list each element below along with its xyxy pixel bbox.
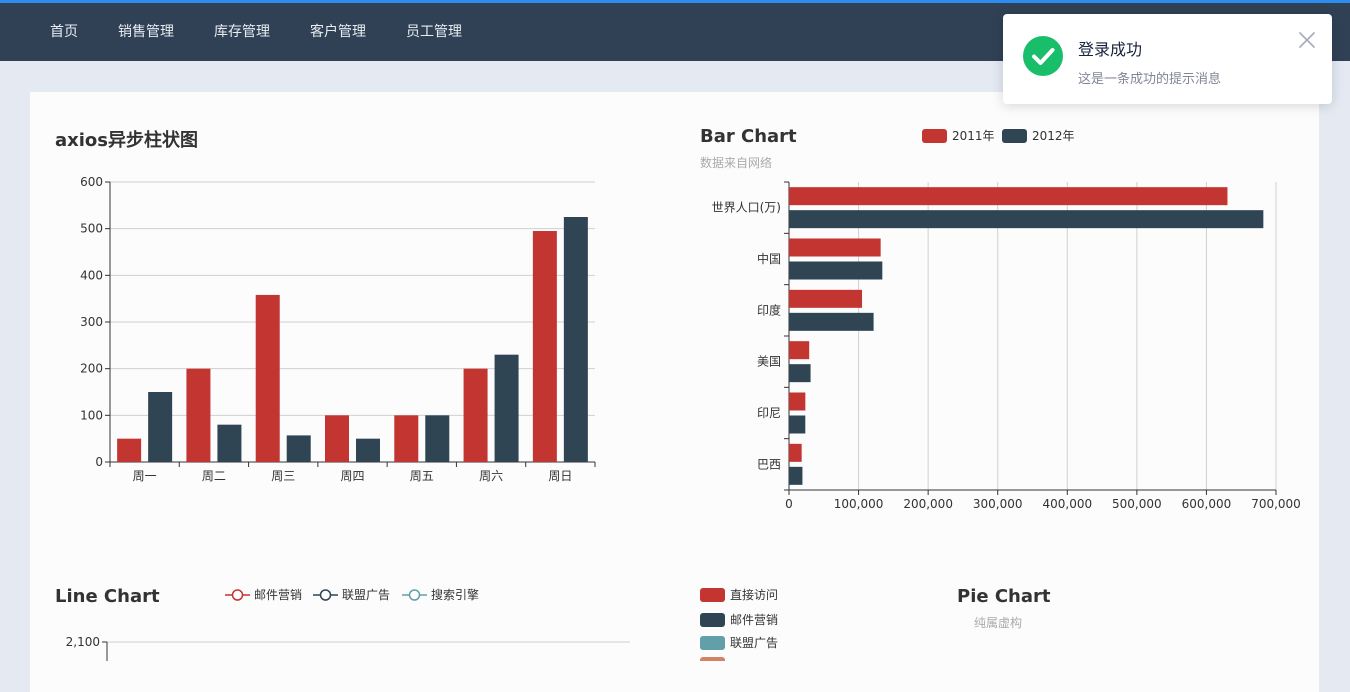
pie-chart-title: Pie Chart	[957, 586, 1051, 607]
legend-marker-red	[225, 589, 250, 601]
bar	[789, 238, 881, 257]
legend-label: 搜索引擎	[431, 588, 480, 602]
success-toast: 登录成功 这是一条成功的提示消息	[1003, 14, 1332, 104]
legend-swatch-teal	[700, 636, 725, 650]
bar	[789, 210, 1264, 229]
legend-label: 联盟广告	[730, 636, 779, 650]
x-tick-label: 周日	[548, 469, 572, 483]
bar	[789, 443, 802, 462]
pie-legend-alliance[interactable]: 联盟广告	[700, 634, 778, 651]
bar	[789, 341, 810, 360]
legend-item-search[interactable]: 搜索引擎	[402, 586, 479, 603]
x-tick-label: 500,000	[1112, 497, 1162, 511]
bar	[532, 231, 557, 462]
bar	[789, 364, 811, 383]
legend-item-2012[interactable]: 2012年	[1002, 127, 1075, 144]
pie-legend-direct[interactable]: 直接访问	[700, 586, 778, 603]
legend-label: 联盟广告	[342, 588, 391, 602]
y-tick-label: 中国	[757, 251, 781, 266]
y-tick-label: 600	[80, 175, 103, 189]
legend-swatch-navy	[1002, 129, 1027, 143]
toast-title: 登录成功	[1078, 40, 1143, 59]
y-tick-label: 2,100	[66, 635, 100, 649]
legend-item-2011[interactable]: 2011年	[922, 127, 995, 144]
x-tick-label: 周五	[410, 469, 434, 483]
bar	[217, 424, 242, 462]
bar-chart-subtitle: 数据来自网络	[700, 156, 773, 170]
y-tick-label: 200	[80, 362, 103, 376]
legend-item-alliance[interactable]: 联盟广告	[313, 586, 390, 603]
legend-label: 2012年	[1032, 129, 1075, 143]
bar	[117, 438, 142, 462]
bar	[789, 466, 803, 485]
pie-legend-swatch-partial	[700, 657, 725, 661]
bar	[789, 289, 863, 308]
bar	[494, 354, 519, 462]
x-tick-label: 600,000	[1182, 497, 1232, 511]
y-tick-label: 0	[95, 455, 103, 469]
y-tick-label: 300	[80, 315, 103, 329]
legend-marker-navy	[313, 589, 338, 601]
bar	[425, 415, 450, 462]
x-tick-label: 400,000	[1042, 497, 1092, 511]
pie-chart-subtitle: 纯属虚构	[974, 616, 1023, 630]
bar	[563, 217, 588, 462]
legend-swatch-red	[700, 588, 725, 602]
checkmark-circle-icon	[1023, 36, 1063, 76]
y-tick-label: 100	[80, 408, 103, 422]
x-tick-label: 周六	[479, 469, 503, 483]
bar	[789, 312, 874, 331]
bar	[789, 415, 806, 434]
y-tick-label: 400	[80, 268, 103, 282]
bar	[255, 294, 280, 462]
bar	[789, 392, 806, 411]
x-tick-label: 700,000	[1251, 497, 1301, 511]
x-tick-label: 周三	[271, 469, 295, 483]
bar	[394, 415, 419, 462]
bar-chart-title: Bar Chart	[700, 126, 797, 147]
legend-label: 邮件营销	[254, 588, 303, 602]
legend-label: 直接访问	[730, 588, 779, 602]
y-tick-label: 印尼	[757, 406, 781, 420]
bar	[186, 368, 211, 462]
bar	[148, 392, 173, 462]
legend-label: 邮件营销	[730, 613, 779, 627]
y-tick-label: 世界人口(万)	[712, 201, 781, 215]
x-tick-label: 300,000	[973, 497, 1023, 511]
pie-legend-email[interactable]: 邮件营销	[700, 611, 778, 628]
y-tick-label: 美国	[757, 355, 781, 369]
bar	[789, 261, 883, 280]
bar	[286, 435, 311, 462]
x-tick-label: 周一	[133, 469, 157, 483]
x-tick-label: 0	[785, 497, 793, 511]
bar	[325, 415, 349, 462]
bar	[789, 187, 1228, 206]
y-tick-label: 500	[80, 222, 103, 236]
x-tick-label: 100,000	[834, 497, 884, 511]
legend-swatch-navy	[700, 613, 725, 627]
bar	[463, 368, 488, 462]
y-tick-label: 巴西	[757, 457, 781, 471]
bar	[356, 438, 380, 462]
x-tick-label: 200,000	[903, 497, 953, 511]
legend-swatch-red	[922, 129, 947, 143]
y-tick-label: 印度	[757, 302, 781, 317]
legend-item-email[interactable]: 邮件营销	[225, 586, 302, 603]
legend-label: 2011年	[952, 129, 995, 143]
close-icon[interactable]	[1295, 28, 1319, 52]
toast-description: 这是一条成功的提示消息	[1078, 72, 1222, 87]
line-chart-title: Line Chart	[55, 586, 160, 607]
x-tick-label: 周四	[340, 469, 364, 483]
x-tick-label: 周二	[202, 469, 226, 483]
legend-marker-teal	[402, 589, 427, 601]
